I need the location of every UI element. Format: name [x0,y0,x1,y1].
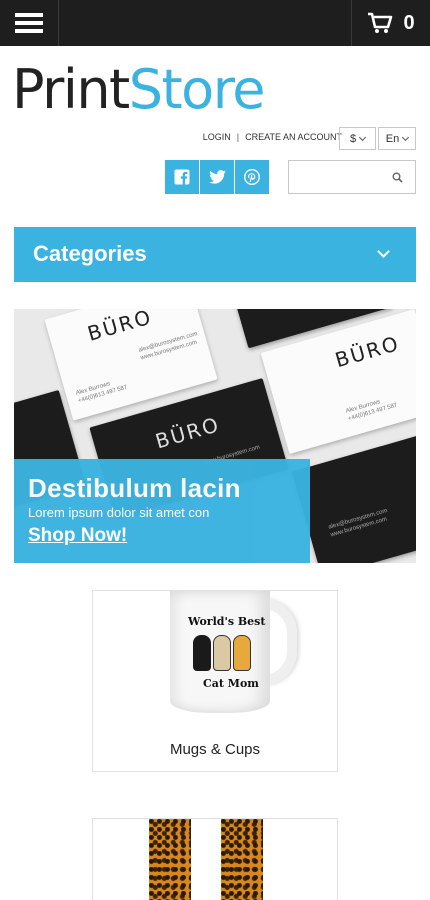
banner-title: Destibulum lacin [28,473,241,503]
shopping-cart-icon [368,12,393,33]
promo-banner[interactable]: BÜRO Alex Burrows +44(0)613 497 587 alex… [14,309,416,563]
twitter-icon [208,170,226,184]
card-brand: BÜRO [332,330,403,373]
logo-part-store: Store [128,58,266,121]
cat-illustration [213,635,231,671]
chevron-down-icon [402,133,410,141]
cart-button[interactable]: 0 [351,0,430,46]
menu-line [15,29,43,33]
card-brand: BÜRO [84,309,155,346]
logo-part-print: Print [12,58,130,121]
categories-title: Categories [33,241,147,266]
search-box [288,160,416,194]
leopard-pants-right [221,819,263,900]
product-tile[interactable] [92,818,338,900]
currency-value: $ [349,132,357,145]
cat-illustration [233,635,251,671]
product-tile-mugs[interactable]: World's Best Cat Mom Mugs & Cups [92,590,338,772]
search-input[interactable] [289,161,385,193]
pinterest-icon [244,169,260,185]
chevron-down-icon [359,133,367,141]
categories-dropdown[interactable]: Categories [14,227,416,282]
hamburger-menu-icon[interactable] [0,0,59,46]
search-icon[interactable] [392,172,403,183]
account-links: LOGIN | CREATE AN ACCOUNT [203,132,342,142]
product-label[interactable]: Mugs & Cups [93,741,337,758]
mug-image: World's Best Cat Mom [93,591,339,731]
social-links [165,160,269,194]
cart-count: 0 [403,11,415,34]
leopard-pants-left [149,819,191,900]
language-select[interactable]: En [378,127,416,150]
facebook-button[interactable] [165,160,199,194]
menu-line [15,13,43,17]
menu-line [15,21,43,25]
facebook-icon [174,169,190,185]
product-image [93,819,337,900]
banner-subtitle: Lorem ipsum dolor sit amet con [28,505,210,520]
mug-print-line1: World's Best [188,615,266,628]
business-card-image: alex@burosystem.com www.burosystem.com [291,430,416,563]
separator: | [236,132,240,142]
store-logo[interactable]: PrintStore [12,58,266,122]
shop-now-link[interactable]: Shop Now! [28,525,127,547]
cat-illustration [193,635,211,671]
banner-caption: Destibulum lacin Lorem ipsum dolor sit a… [14,459,310,563]
top-bar: 0 [0,0,430,46]
create-account-link[interactable]: CREATE AN ACCOUNT [245,132,342,142]
mug-print-line2: Cat Mom [203,677,259,690]
twitter-button[interactable] [200,160,234,194]
login-link[interactable]: LOGIN [203,132,231,142]
card-brand: BÜRO [152,412,223,454]
chevron-down-icon [377,245,390,258]
language-value: En [385,132,400,145]
currency-select[interactable]: $ [339,127,376,150]
pinterest-button[interactable] [235,160,269,194]
